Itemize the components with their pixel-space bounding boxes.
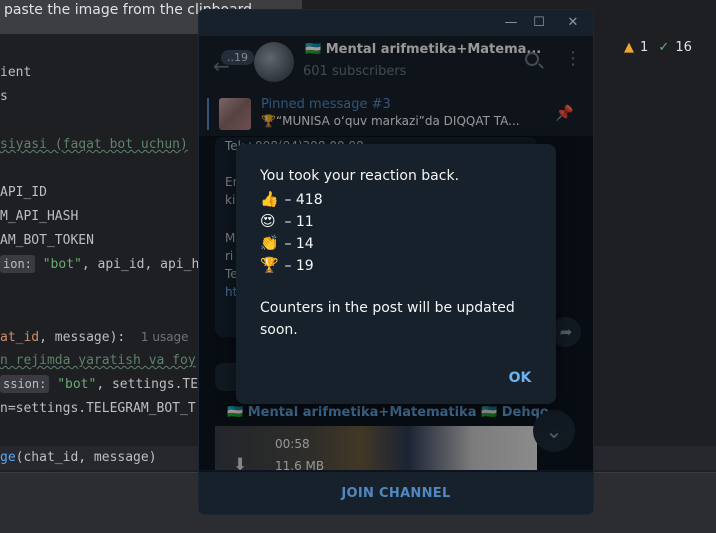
code-line[interactable]: M_API_HASH: [0, 206, 78, 228]
code-text: AM_BOT_TOKEN: [0, 233, 94, 248]
code-line[interactable]: n=settings.TELEGRAM_BOT_T: [0, 398, 196, 420]
param-hint: ssion:: [0, 375, 50, 393]
code-comment: siyasi (faqat bot uchun): [0, 137, 188, 152]
code-comment: n rejimda yaratish va foy: [0, 353, 196, 368]
reaction-count: – 14: [284, 236, 314, 252]
warning-icon: ▲: [624, 40, 634, 55]
dialog-note: Counters in the post will be updated: [260, 300, 515, 316]
code-line[interactable]: API_ID: [0, 182, 47, 204]
reaction-count-row: 👏 – 14: [260, 234, 314, 252]
code-line[interactable]: at_id, message): 1 usage: [0, 326, 189, 348]
code-text: (chat_id, message): [15, 450, 157, 465]
reaction-count-row: 👍 – 418: [260, 190, 323, 208]
code-line[interactable]: ssion: "bot", settings.TELE: [0, 374, 214, 396]
reaction-count-row: 😍 – 11: [260, 212, 314, 230]
usage-hint[interactable]: 1 usage: [141, 330, 189, 344]
trophy-icon: 🏆: [260, 256, 279, 274]
reaction-count-row: 🏆 – 19: [260, 256, 314, 274]
code-text: s: [0, 89, 8, 104]
check-icon: ✓: [658, 40, 670, 55]
code-text: , settings.TELE: [96, 377, 214, 392]
warning-count: 1: [640, 40, 649, 55]
param-hint: ion:: [0, 255, 35, 273]
code-line[interactable]: n rejimda yaratish va foy: [0, 350, 196, 372]
code-line[interactable]: ge(chat_id, message): [0, 447, 157, 469]
code-line[interactable]: siyasi (faqat bot uchun): [0, 134, 188, 156]
reaction-count: – 418: [284, 192, 323, 208]
reaction-count: – 11: [284, 214, 314, 230]
inspection-widget[interactable]: ▲ 1 ✓ 16: [624, 40, 698, 60]
code-string: "bot": [42, 257, 82, 272]
clapping-hands-icon: 👏: [260, 234, 279, 252]
dialog-message: You took your reaction back.: [260, 168, 460, 184]
code-text: ient: [0, 65, 32, 80]
reaction-count: – 19: [284, 258, 314, 274]
code-line[interactable]: ion: "bot", api_id, api_has: [0, 254, 215, 276]
code-line[interactable]: AM_BOT_TOKEN: [0, 230, 94, 252]
reaction-info-dialog: You took your reaction back. 👍 – 418 😍 –…: [236, 144, 556, 404]
window-titlebar[interactable]: — ☐ ✕: [199, 10, 593, 36]
code-text: M_API_HASH: [0, 209, 79, 224]
heart-eyes-icon: 😍: [260, 212, 276, 230]
code-string: "bot": [57, 377, 97, 392]
code-line[interactable]: s: [0, 86, 8, 108]
code-text: , api_id, api_has: [81, 257, 215, 272]
code-param: at_id: [0, 330, 40, 345]
code-function: ge: [0, 450, 16, 465]
thumbs-up-icon: 👍: [260, 190, 279, 208]
join-channel-button[interactable]: JOIN CHANNEL: [199, 472, 593, 514]
dialog-note: soon.: [260, 322, 298, 338]
maximize-icon[interactable]: ☐: [529, 14, 549, 32]
join-bar: JOIN CHANNEL: [199, 471, 593, 514]
minimize-icon[interactable]: —: [501, 14, 521, 32]
code-text: n=settings.TELEGRAM_BOT_T: [0, 401, 196, 416]
close-icon[interactable]: ✕: [563, 14, 583, 32]
code-line[interactable]: ient: [0, 62, 31, 84]
code-text: API_ID: [0, 185, 47, 200]
weak-warning-count: 16: [675, 40, 692, 55]
ok-button[interactable]: OK: [498, 366, 542, 390]
code-text: , message):: [39, 330, 126, 345]
